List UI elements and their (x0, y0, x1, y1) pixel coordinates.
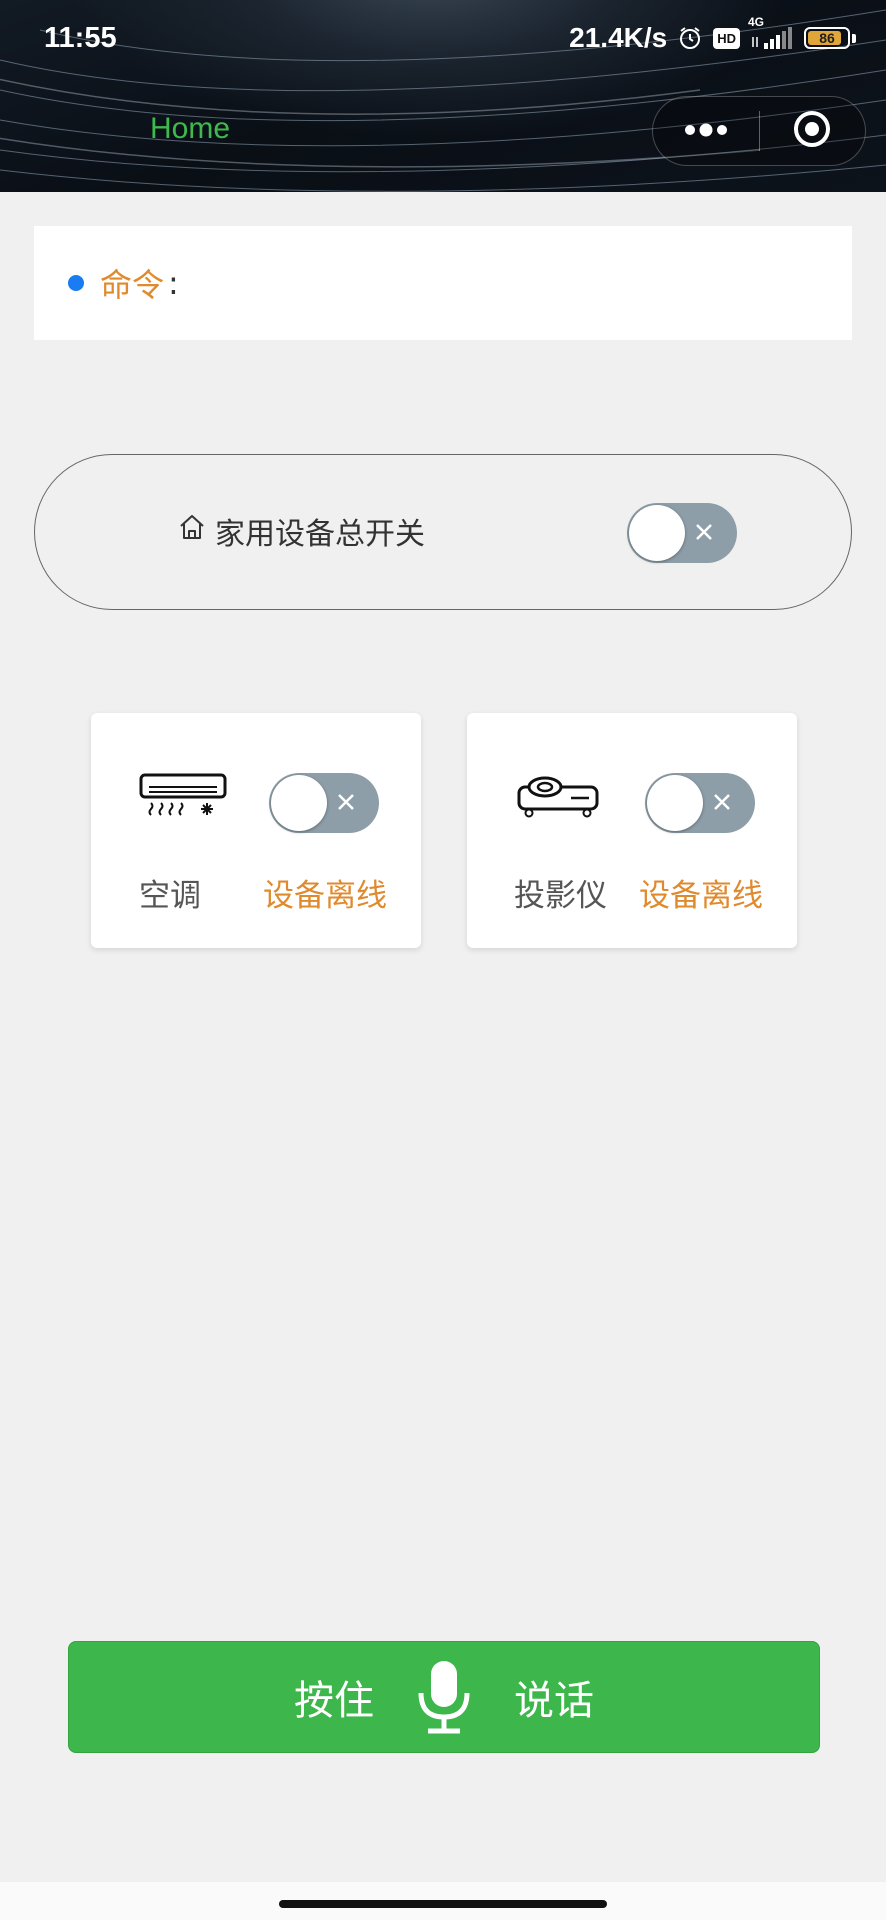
switch-knob (271, 775, 327, 831)
microphone-icon (414, 1659, 474, 1735)
home-indicator[interactable] (279, 1900, 607, 1908)
command-label: 命令 (100, 266, 165, 304)
device-card-projector: 投影仪 设备离线 (467, 713, 797, 948)
net-speed: 21.4K/s (569, 22, 668, 53)
more-button[interactable] (653, 96, 759, 166)
air-conditioner-toggle[interactable] (269, 773, 379, 833)
device-name: 投影仪 (514, 878, 607, 914)
battery-level: 86 (819, 30, 835, 46)
status-bar-right: 21.4K/s HD 4G 86 (569, 15, 856, 54)
device-status: 设备离线 (639, 878, 763, 914)
home-icon (177, 512, 207, 550)
battery-icon: 86 (804, 27, 856, 49)
command-colon: : (168, 264, 179, 302)
projector-icon (515, 773, 605, 823)
switch-knob (647, 775, 703, 831)
miniprogram-capsule (652, 96, 866, 166)
page-title: Home (150, 112, 231, 145)
command-dot (68, 275, 84, 291)
projector-toggle[interactable] (645, 773, 755, 833)
alarm-icon (677, 25, 703, 51)
master-switch-panel: 家用设备总开关 (34, 454, 852, 610)
signal-icon: 4G (748, 15, 794, 51)
talk-label: 说话 (514, 1678, 594, 1724)
hold-to-talk-button[interactable]: 按住 说话 (68, 1641, 820, 1753)
device-status: 设备离线 (263, 878, 387, 914)
switch-knob (629, 505, 685, 561)
air-conditioner-icon (139, 773, 229, 823)
master-switch-label: 家用设备总开关 (215, 517, 425, 552)
close-icon (714, 794, 730, 810)
close-icon (696, 524, 712, 540)
network-type: 4G (748, 15, 765, 29)
more-icon (683, 122, 729, 141)
device-name: 空调 (139, 878, 201, 914)
close-icon (338, 794, 354, 810)
status-time: 11:55 (44, 22, 117, 54)
command-bar: 命令 : (34, 226, 852, 340)
close-miniprogram-button[interactable] (760, 96, 866, 166)
hold-label: 按住 (294, 1678, 374, 1724)
header: 11:55 21.4K/s HD 4G 86 Home (0, 0, 886, 192)
master-switch-toggle[interactable] (627, 503, 737, 563)
device-card-air-conditioner: 空调 设备离线 (91, 713, 421, 948)
master-switch-label-group: 家用设备总开关 (177, 509, 425, 553)
hd-icon: HD (713, 27, 740, 49)
close-miniprogram-icon (792, 109, 832, 153)
